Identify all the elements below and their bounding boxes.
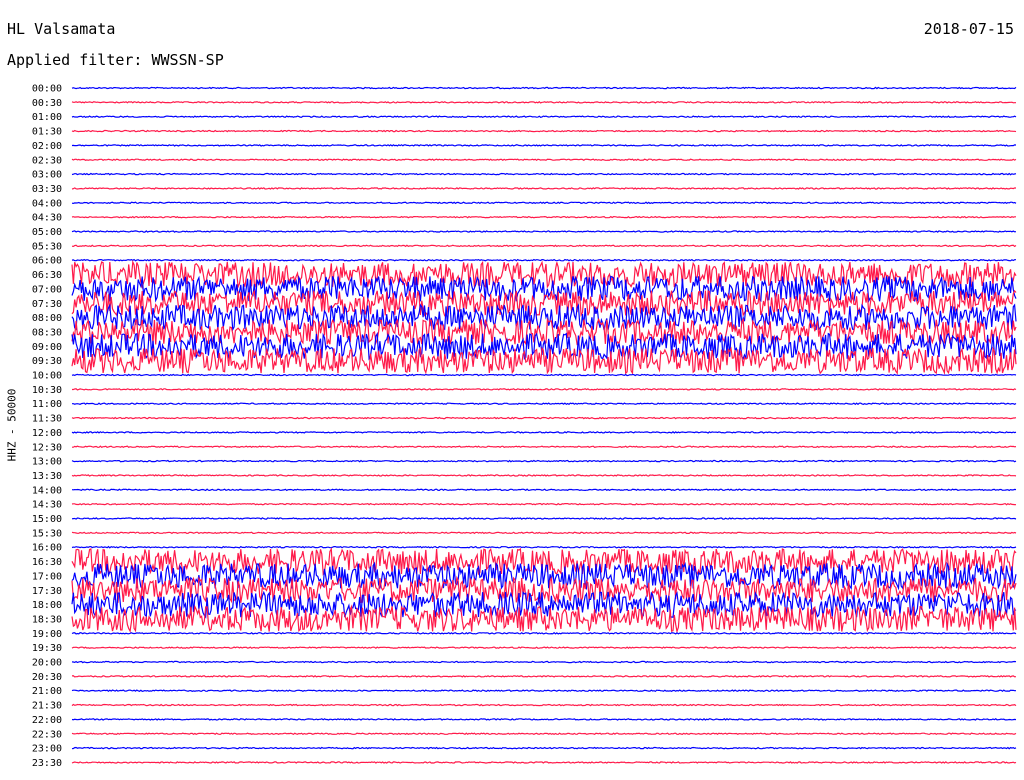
time-tick-label: 19:30 bbox=[32, 643, 62, 654]
trace-line bbox=[71, 346, 1017, 376]
time-tick-label: 11:00 bbox=[32, 399, 62, 410]
trace-line bbox=[71, 158, 1017, 162]
trace-line bbox=[71, 689, 1016, 693]
time-tick-label: 13:00 bbox=[32, 457, 62, 468]
time-tick-label: 20:00 bbox=[32, 658, 62, 669]
time-tick-label: 07:00 bbox=[32, 284, 62, 295]
trace-line bbox=[71, 488, 1017, 492]
trace-line bbox=[72, 402, 1017, 406]
helicorder-plot: 00:00 00:30 01:00 01:30 02:00 02:30 03:00 03:30… bbox=[32, 84, 1017, 769]
time-tick-label: 22:00 bbox=[32, 715, 62, 726]
trace-line bbox=[71, 215, 1016, 219]
trace-line bbox=[71, 187, 1016, 190]
time-tick-label: 06:30 bbox=[32, 270, 62, 281]
trace-line bbox=[71, 547, 1017, 576]
trace-line bbox=[71, 517, 1017, 520]
time-tick-label: 23:30 bbox=[32, 758, 62, 769]
trace-line bbox=[71, 646, 1017, 649]
trace-line bbox=[71, 675, 1017, 678]
trace-line bbox=[71, 746, 1017, 750]
trace-line bbox=[71, 660, 1017, 664]
time-tick-labels: 00:00 00:30 01:00 01:30 02:00 02:30 03:00 03:30… bbox=[32, 84, 62, 769]
trace-line bbox=[71, 201, 1017, 205]
time-tick-label: 21:00 bbox=[32, 686, 62, 697]
time-tick-label: 10:30 bbox=[32, 385, 62, 396]
time-tick-label: 10:00 bbox=[32, 371, 62, 382]
trace-line bbox=[71, 244, 1017, 248]
trace-line bbox=[71, 502, 1017, 506]
trace-line bbox=[72, 388, 1017, 391]
time-tick-label: 11:30 bbox=[32, 414, 62, 425]
trace-line bbox=[71, 129, 1017, 133]
trace-line bbox=[71, 258, 1016, 262]
time-tick-label: 13:30 bbox=[32, 471, 62, 482]
time-tick-label: 09:00 bbox=[32, 342, 62, 353]
time-tick-label: 23:00 bbox=[32, 744, 62, 755]
trace-line bbox=[71, 718, 1017, 721]
time-tick-label: 05:00 bbox=[32, 227, 62, 238]
trace-line bbox=[71, 474, 1017, 477]
trace-line bbox=[71, 431, 1017, 434]
time-tick-label: 04:00 bbox=[32, 198, 62, 209]
time-tick-label: 00:00 bbox=[32, 84, 62, 95]
time-tick-label: 16:30 bbox=[32, 557, 62, 568]
trace-line bbox=[71, 545, 1017, 549]
time-tick-label: 12:30 bbox=[32, 442, 62, 453]
trace-line bbox=[71, 144, 1017, 147]
time-tick-label: 19:00 bbox=[32, 629, 62, 640]
trace-line bbox=[71, 172, 1017, 176]
time-tick-label: 01:30 bbox=[32, 127, 62, 138]
time-tick-label: 18:00 bbox=[32, 600, 62, 611]
time-tick-label: 20:30 bbox=[32, 672, 62, 683]
trace-line bbox=[71, 373, 1017, 377]
time-tick-label: 01:00 bbox=[32, 112, 62, 123]
trace-line bbox=[71, 531, 1017, 535]
trace-group bbox=[71, 86, 1017, 764]
trace-line bbox=[71, 416, 1017, 420]
time-tick-label: 03:30 bbox=[32, 184, 62, 195]
time-tick-label: 06:00 bbox=[32, 256, 62, 267]
time-tick-label: 17:00 bbox=[32, 571, 62, 582]
time-tick-label: 08:30 bbox=[32, 327, 62, 338]
time-tick-label: 00:30 bbox=[32, 98, 62, 109]
time-tick-label: 18:30 bbox=[32, 614, 62, 625]
trace-line bbox=[71, 703, 1017, 707]
time-tick-label: 09:30 bbox=[32, 356, 62, 367]
time-tick-label: 14:00 bbox=[32, 485, 62, 496]
time-tick-label: 15:00 bbox=[32, 514, 62, 525]
time-tick-label: 03:00 bbox=[32, 170, 62, 181]
time-tick-label: 22:30 bbox=[32, 729, 62, 740]
trace-line bbox=[71, 86, 1017, 90]
trace-line bbox=[71, 101, 1016, 104]
trace-line bbox=[72, 445, 1017, 449]
trace-line bbox=[71, 732, 1017, 736]
trace-line bbox=[71, 761, 1017, 764]
time-tick-label: 17:30 bbox=[32, 586, 62, 597]
trace-line bbox=[71, 230, 1017, 233]
time-tick-label: 02:00 bbox=[32, 141, 62, 152]
time-tick-label: 02:30 bbox=[32, 155, 62, 166]
time-tick-label: 12:00 bbox=[32, 428, 62, 439]
time-tick-label: 14:30 bbox=[32, 500, 62, 511]
time-tick-label: 21:30 bbox=[32, 701, 62, 712]
time-tick-label: 04:30 bbox=[32, 213, 62, 224]
trace-line bbox=[71, 631, 1017, 635]
time-tick-label: 08:00 bbox=[32, 313, 62, 324]
trace-line bbox=[71, 303, 1017, 332]
time-tick-label: 05:30 bbox=[32, 241, 62, 252]
trace-line bbox=[71, 115, 1017, 119]
time-tick-label: 07:30 bbox=[32, 299, 62, 310]
time-tick-label: 16:00 bbox=[32, 543, 62, 554]
trace-line bbox=[71, 459, 1017, 463]
time-tick-label: 15:30 bbox=[32, 528, 62, 539]
trace-line bbox=[71, 604, 1017, 634]
